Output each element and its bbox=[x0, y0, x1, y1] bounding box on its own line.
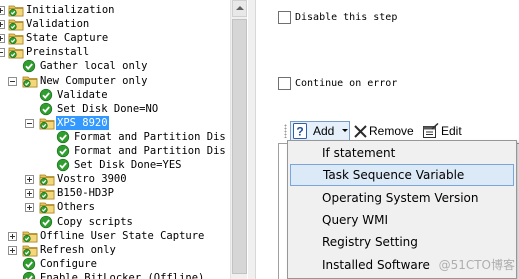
tree-row[interactable]: Gather local only bbox=[0, 59, 230, 73]
menu-item[interactable]: If statement bbox=[290, 142, 514, 164]
add-condition-button[interactable]: ? Add bbox=[290, 121, 350, 141]
tree-item-label: New Computer only bbox=[40, 74, 148, 87]
tree-row[interactable]: Validation bbox=[0, 17, 230, 31]
folder-check-icon bbox=[22, 243, 38, 257]
scroll-up-arrow-icon[interactable] bbox=[232, 0, 247, 17]
tree-item-label: Preinstall bbox=[26, 46, 90, 59]
tree-row[interactable]: Copy scripts bbox=[0, 215, 230, 229]
tree-row[interactable]: New Computer only bbox=[0, 74, 230, 88]
folder-check-icon bbox=[8, 17, 24, 31]
tree-item-label: Refresh only bbox=[40, 243, 116, 256]
expand-plus-icon[interactable] bbox=[8, 231, 17, 241]
collapse-minus-icon[interactable] bbox=[25, 118, 34, 128]
green-check-icon bbox=[56, 158, 72, 172]
folder-check-icon bbox=[8, 45, 24, 59]
scroll-thumb[interactable] bbox=[232, 19, 247, 274]
expand-plus-icon[interactable] bbox=[8, 245, 17, 255]
folder-check-icon bbox=[39, 186, 55, 200]
tree-row[interactable]: Set Disk Done=NO bbox=[0, 102, 230, 116]
green-check-icon bbox=[22, 59, 38, 73]
tree-item-label: Offline User State Capture bbox=[40, 229, 205, 242]
green-check-icon bbox=[39, 88, 55, 102]
tree-item-label: Copy scripts bbox=[57, 215, 133, 228]
disable-step-label: Disable this step bbox=[295, 12, 398, 23]
tree-item-label: Enable BitLocker (Offline) bbox=[40, 271, 205, 279]
green-check-icon bbox=[56, 130, 72, 144]
tree-row[interactable]: Refresh only bbox=[0, 243, 230, 257]
add-button-label: Add bbox=[313, 124, 335, 138]
toolbar-grip bbox=[284, 124, 287, 138]
tree-scrollbar[interactable] bbox=[230, 0, 247, 279]
edit-button-label: Edit bbox=[441, 124, 462, 138]
svg-text:?: ? bbox=[296, 125, 303, 139]
continue-on-error-checkbox[interactable] bbox=[278, 77, 291, 90]
pane-splitter[interactable] bbox=[248, 0, 256, 279]
tree-row[interactable]: Validate bbox=[0, 88, 230, 102]
tree-item-label: Validate bbox=[57, 88, 108, 101]
conditions-toolbar: ? Add Remove Edit bbox=[284, 121, 519, 141]
tree-item-label: Initialization bbox=[26, 4, 115, 16]
tree-row[interactable]: Initialization bbox=[0, 3, 230, 17]
tree-row[interactable]: Format and Partition Dis bbox=[0, 130, 230, 144]
tree-row[interactable]: Enable BitLocker (Offline) bbox=[0, 271, 230, 279]
watermark-text: @51CTO博客 bbox=[438, 258, 515, 272]
expand-plus-icon[interactable] bbox=[25, 189, 34, 199]
tree-item-label: Set Disk Done=YES bbox=[74, 159, 182, 172]
tree-row[interactable]: Vostro 3900 bbox=[0, 172, 230, 186]
expand-plus-icon[interactable] bbox=[0, 34, 5, 44]
green-check-icon bbox=[56, 144, 72, 158]
tree-row[interactable]: Format and Partition Dis bbox=[0, 144, 230, 158]
tree-item-label: Format and Partition Dis bbox=[74, 145, 226, 157]
tree-row[interactable]: Others bbox=[0, 200, 230, 214]
folder-check-icon bbox=[22, 229, 38, 243]
remove-button-label: Remove bbox=[369, 124, 414, 138]
tree-row[interactable]: Offline User State Capture bbox=[0, 229, 230, 243]
menu-item[interactable]: Operating System Version bbox=[290, 187, 514, 209]
task-sequence-tree[interactable]: Initialization Validation State Capture Pre… bbox=[0, 0, 230, 279]
tree-item-label: Set Disk Done=NO bbox=[57, 102, 159, 115]
tree-row[interactable]: XPS 8920 bbox=[0, 115, 230, 130]
folder-check-icon bbox=[8, 31, 24, 45]
folder-check-icon bbox=[39, 116, 55, 130]
collapse-minus-icon[interactable] bbox=[0, 48, 5, 58]
remove-button[interactable]: Remove bbox=[354, 121, 416, 141]
dropdown-arrow-icon bbox=[342, 129, 348, 132]
expand-plus-icon[interactable] bbox=[25, 175, 34, 185]
disable-step-checkbox[interactable] bbox=[278, 11, 291, 24]
collapse-minus-icon[interactable] bbox=[8, 76, 17, 86]
edit-button[interactable]: Edit bbox=[423, 121, 471, 141]
tree-row[interactable]: B150-HD3P bbox=[0, 186, 230, 200]
tree-item-label: State Capture bbox=[26, 32, 109, 45]
tree-item-label: Validation bbox=[26, 18, 90, 31]
folder-check-icon bbox=[39, 200, 55, 214]
tree-item-label: Gather local only bbox=[40, 60, 148, 73]
tree-item-label-selected: XPS 8920 bbox=[56, 115, 109, 130]
green-check-icon bbox=[22, 257, 38, 271]
tree-row[interactable]: Preinstall bbox=[0, 45, 230, 59]
expand-plus-icon[interactable] bbox=[25, 203, 34, 213]
menu-item[interactable]: Query WMI bbox=[290, 209, 514, 231]
folder-check-icon bbox=[39, 172, 55, 186]
continue-on-error-label: Continue on error bbox=[295, 78, 398, 89]
tree-item-label: B150-HD3P bbox=[57, 187, 114, 200]
folder-check-icon bbox=[8, 3, 24, 17]
expand-plus-icon[interactable] bbox=[0, 6, 5, 15]
tree-item-label: Format and Partition Dis bbox=[74, 130, 226, 143]
green-check-icon bbox=[39, 102, 55, 116]
tree-item-label: Vostro 3900 bbox=[57, 173, 127, 186]
folder-check-icon bbox=[22, 74, 38, 88]
tree-item-label: Others bbox=[57, 201, 95, 214]
expand-plus-icon[interactable] bbox=[0, 20, 5, 30]
green-check-icon bbox=[39, 215, 55, 229]
tree-row[interactable]: State Capture bbox=[0, 31, 230, 45]
green-check-icon bbox=[22, 271, 38, 279]
tree-row[interactable]: Set Disk Done=YES bbox=[0, 158, 230, 172]
menu-item[interactable]: Registry Setting bbox=[290, 231, 514, 253]
tree-item-label: Configure bbox=[40, 257, 97, 270]
menu-item[interactable]: Task Sequence Variable bbox=[290, 164, 514, 187]
tree-row[interactable]: Configure bbox=[0, 257, 230, 271]
